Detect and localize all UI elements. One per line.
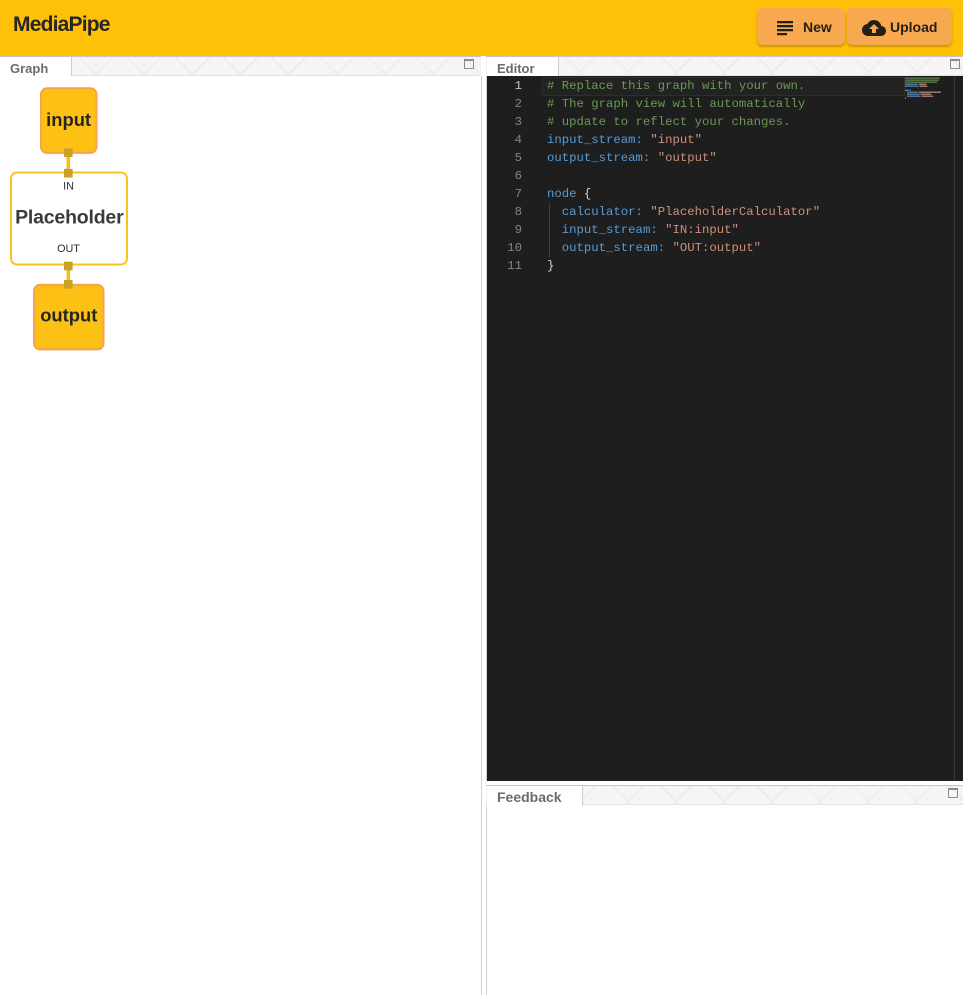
svg-text:OUT: OUT [57, 243, 80, 255]
svg-text:output: output [40, 305, 97, 326]
svg-text:input: input [46, 109, 91, 130]
svg-text:Placeholder: Placeholder [15, 206, 124, 228]
svg-text:IN: IN [63, 181, 74, 193]
